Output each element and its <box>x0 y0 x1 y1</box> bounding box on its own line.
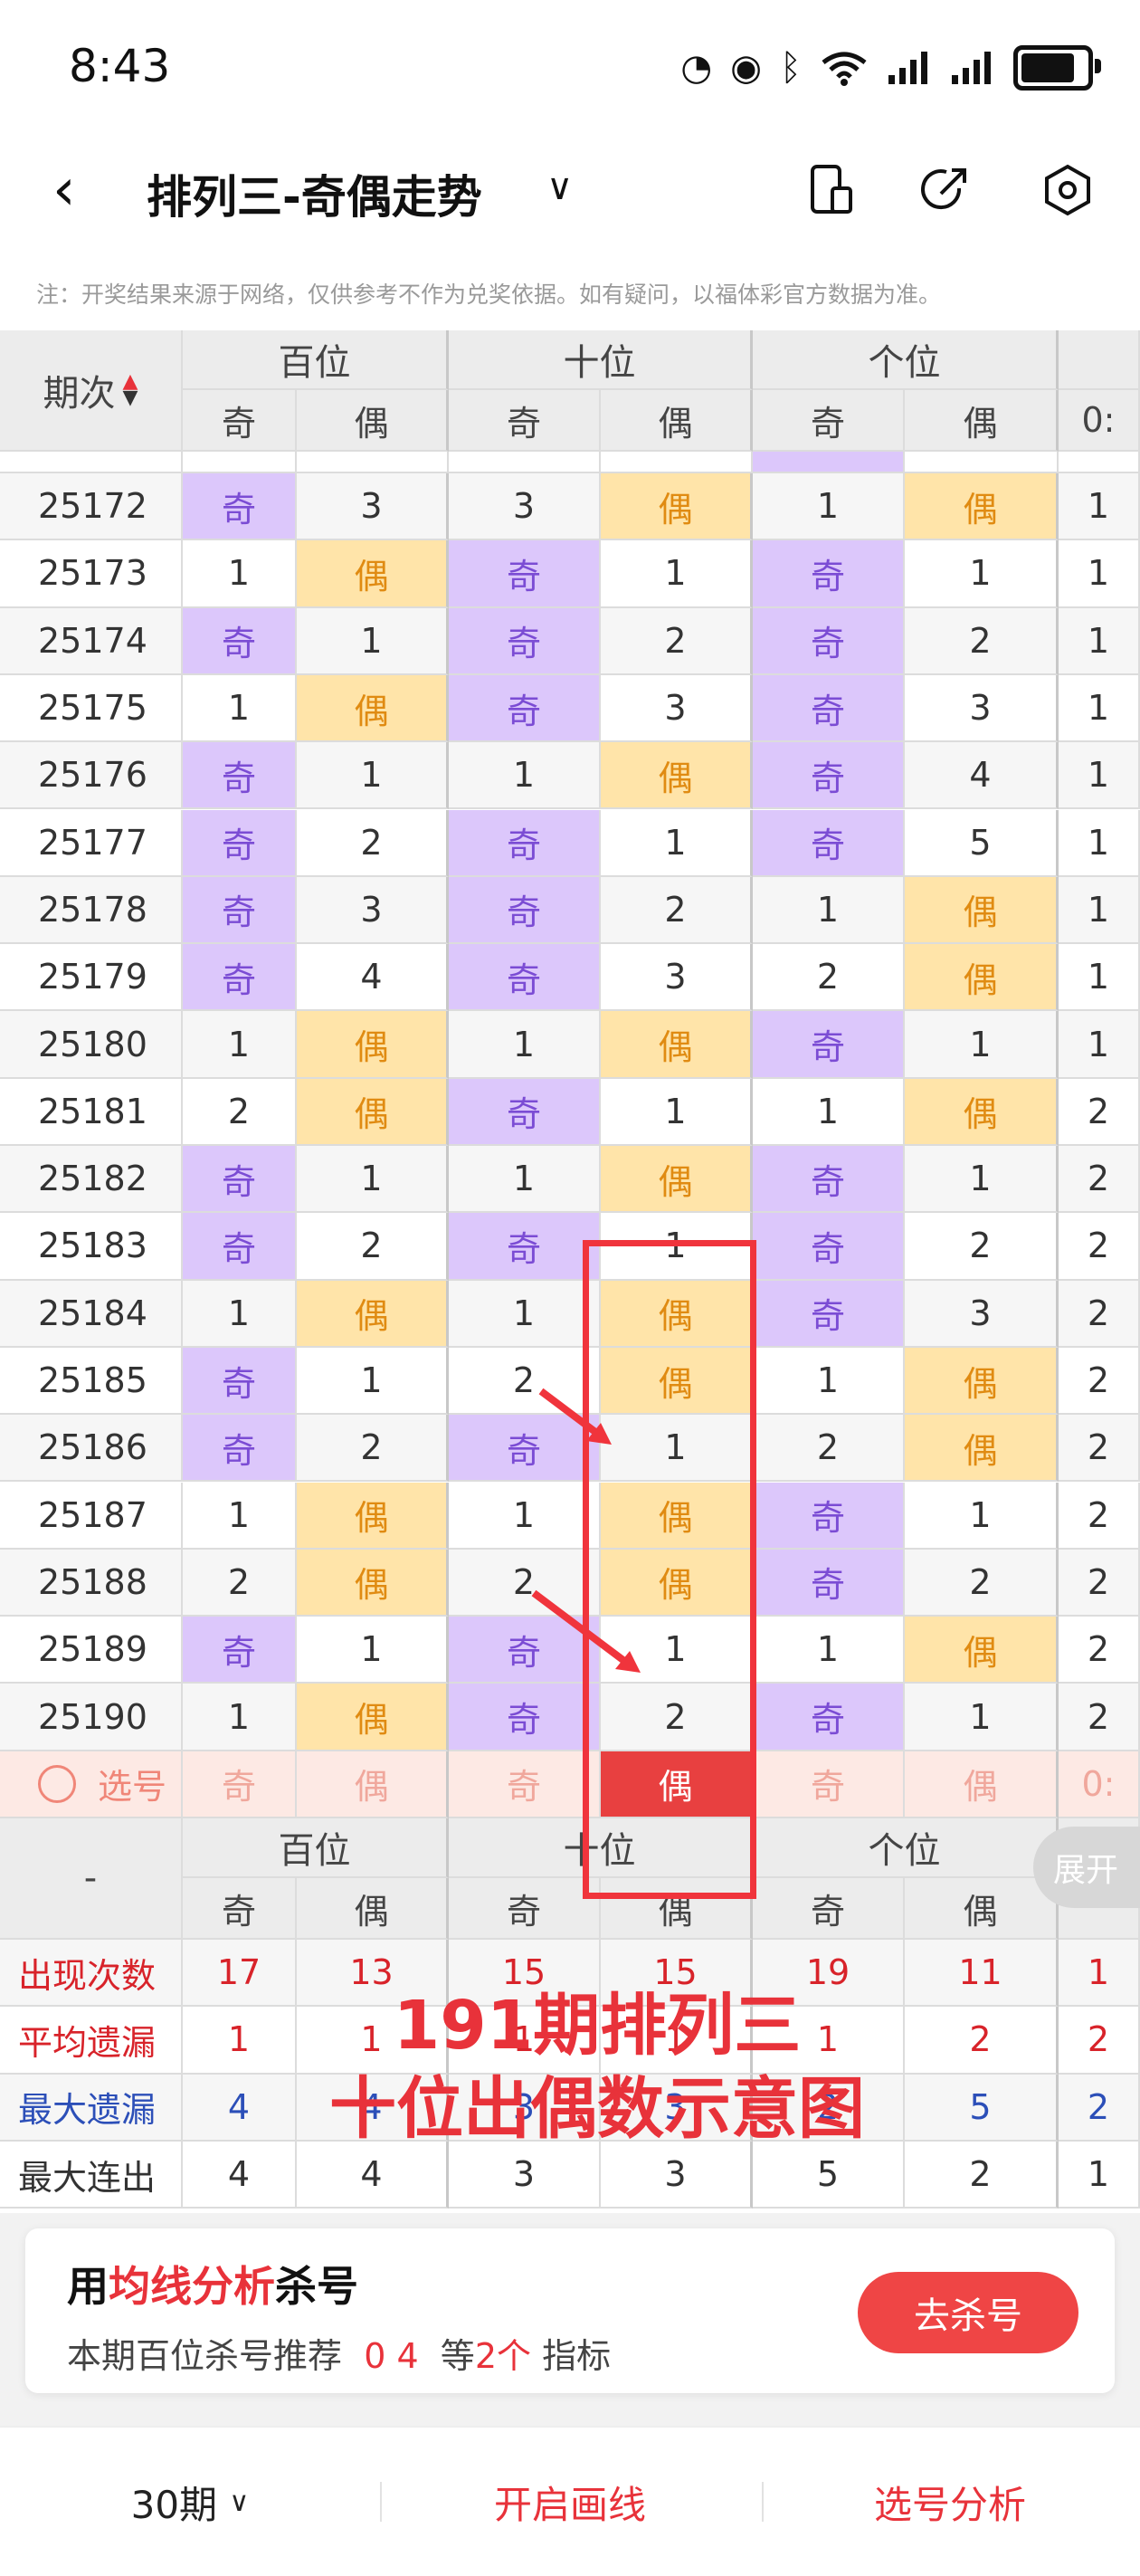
chevron-down-icon: ∨ <box>229 2485 250 2518</box>
expand-button[interactable]: 展开 <box>1033 1827 1140 1908</box>
arrow-1 <box>538 1388 612 1445</box>
divider <box>380 2482 382 2522</box>
divider <box>762 2482 764 2522</box>
annotation-arrows <box>531 1388 641 1673</box>
draw-line-button[interactable]: 开启画线 <box>398 2428 742 2576</box>
kill-number-button[interactable]: 去杀号 <box>858 2272 1078 2353</box>
overlay-title-line1: 191期排列三 <box>393 1987 802 2065</box>
promo-subtitle: 本期百位杀号推荐 0 4 等2个 指标 <box>67 2336 612 2376</box>
promo-title: 用均线分析杀号 <box>67 2262 358 2311</box>
number-analysis-button[interactable]: 选号分析 <box>778 2428 1122 2576</box>
period-selector[interactable]: 30期 ∨ <box>54 2428 326 2576</box>
arrow-2 <box>531 1589 641 1673</box>
promo-card[interactable]: 用均线分析杀号 本期百位杀号推荐 0 4 等2个 指标 去杀号 <box>25 2228 1115 2393</box>
bottom-toolbar: 30期 ∨ 开启画线 选号分析 <box>0 2426 1140 2576</box>
overlay-title-line2: 十位出偶数示意图 <box>329 2070 865 2148</box>
